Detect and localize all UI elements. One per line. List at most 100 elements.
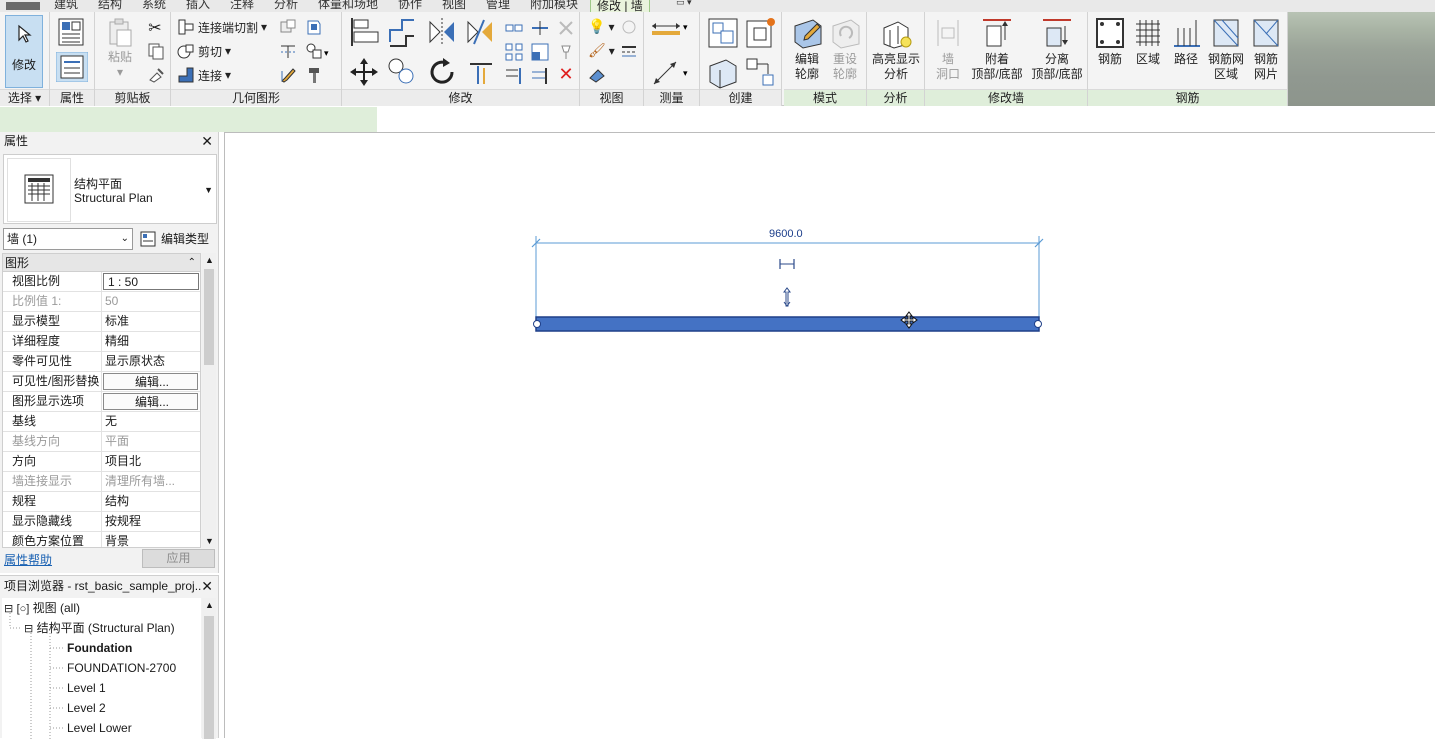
pin-disabled-icon[interactable] bbox=[556, 18, 576, 38]
demolish-icon[interactable]: ▾ bbox=[305, 42, 331, 60]
split-face-icon[interactable] bbox=[279, 18, 297, 36]
collapse-box-icon[interactable]: ⊟ bbox=[4, 603, 13, 615]
edit-profile-button[interactable]: 编辑 轮廓 bbox=[788, 16, 826, 82]
override-graphics-button[interactable]: 🖌 ▾ bbox=[588, 42, 615, 59]
properties-scrollbar[interactable]: ▲ ▼ bbox=[202, 253, 216, 548]
app-menu-button[interactable] bbox=[6, 2, 40, 10]
edit-type-button[interactable]: 编辑类型 bbox=[139, 228, 209, 250]
attach-top-base-button[interactable]: 附着 顶部/底部 bbox=[967, 16, 1027, 82]
chevron-down-icon[interactable]: ▼ bbox=[204, 185, 213, 195]
apply-button[interactable]: 应用 bbox=[142, 549, 215, 568]
property-row[interactable]: 方向 项目北 bbox=[3, 452, 200, 472]
panel-select-label[interactable]: 选择 ▾ bbox=[0, 89, 49, 106]
tab-modify-wall[interactable]: 修改 | 墙 bbox=[590, 0, 650, 12]
split-element-icon[interactable] bbox=[504, 18, 524, 38]
paint-brush-icon[interactable] bbox=[279, 66, 297, 84]
array-icon[interactable] bbox=[504, 42, 524, 62]
tree-item-views[interactable]: ⊟ [○] 视图 (all) bbox=[4, 598, 80, 618]
collapse-icon[interactable]: ⌃ bbox=[188, 254, 196, 272]
group-header-graphics[interactable]: 图形 ⌃ bbox=[3, 254, 200, 272]
unpin-icon[interactable] bbox=[556, 42, 576, 62]
property-row[interactable]: 基线无 bbox=[3, 412, 200, 432]
tab-addins[interactable]: 附加模块 bbox=[530, 0, 578, 12]
close-icon[interactable]: ✕ bbox=[201, 576, 213, 596]
tab-collaborate[interactable]: 协作 bbox=[398, 0, 422, 12]
tree-item-level[interactable]: Level 2 bbox=[67, 698, 106, 718]
modify-button[interactable]: 修改 bbox=[5, 15, 43, 88]
tree-item-structural-plan[interactable]: ⊟ 结构平面 (Structural Plan) bbox=[24, 618, 175, 638]
type-selector[interactable]: 结构平面 Structural Plan ▼ bbox=[3, 154, 217, 224]
detach-top-base-button[interactable]: 分离 顶部/底部 bbox=[1027, 16, 1087, 82]
paint-icon[interactable] bbox=[305, 18, 323, 36]
temp-hide-icon[interactable] bbox=[620, 18, 638, 36]
vg-overrides-edit-button[interactable]: 编辑... bbox=[103, 373, 198, 390]
property-row[interactable]: 显示模型 标准 bbox=[3, 312, 200, 332]
trim-single-icon[interactable] bbox=[530, 66, 550, 86]
instance-filter-select[interactable]: 墙 (1) ⌄ bbox=[3, 228, 133, 250]
hide-bulb-button[interactable]: 💡 ▾ bbox=[588, 18, 614, 35]
split-gap-icon[interactable] bbox=[530, 18, 550, 38]
tree-item-level[interactable]: Level Lower bbox=[67, 718, 132, 738]
wall-opening-button[interactable]: 墙洞口 bbox=[929, 16, 967, 82]
browser-scrollbar[interactable]: ▲ bbox=[202, 598, 216, 739]
scroll-up-icon[interactable]: ▲ bbox=[205, 600, 214, 610]
create-parts-icon[interactable] bbox=[706, 56, 740, 90]
property-row[interactable]: 显示隐藏线 按规程 bbox=[3, 512, 200, 532]
aligned-dimension-icon[interactable]: ▾ bbox=[650, 58, 690, 88]
cope-button[interactable]: 连接端切割 ▾ bbox=[177, 18, 267, 36]
create-similar-icon[interactable] bbox=[744, 16, 778, 50]
scrollbar-thumb[interactable] bbox=[204, 616, 214, 739]
fabric-area-button[interactable]: 钢筋网 区域 bbox=[1206, 16, 1246, 82]
create-assembly-icon[interactable] bbox=[706, 16, 740, 50]
property-row[interactable]: 颜色方案位置 背景 bbox=[3, 532, 200, 547]
tab-insert[interactable]: 插入 bbox=[186, 0, 210, 12]
copy-element-icon[interactable] bbox=[386, 56, 418, 88]
move-icon[interactable] bbox=[348, 56, 380, 88]
join-geometry-button[interactable]: 连接 ▾ bbox=[177, 66, 231, 84]
properties-palette-icon[interactable] bbox=[56, 52, 88, 82]
property-row[interactable]: 规程 结构 bbox=[3, 492, 200, 512]
tab-analyze[interactable]: 分析 bbox=[274, 0, 298, 12]
mirror-axis-icon[interactable] bbox=[426, 16, 458, 48]
tab-massing[interactable]: 体量和场地 bbox=[318, 0, 378, 12]
fabric-sheet-button[interactable]: 钢筋 网片 bbox=[1246, 16, 1286, 82]
reset-profile-button[interactable]: 重设 轮廓 bbox=[826, 16, 864, 82]
scale-icon[interactable] bbox=[530, 42, 550, 62]
rotate-icon[interactable] bbox=[426, 56, 458, 88]
tab-dropdown-icon[interactable]: ▭ ▾ bbox=[676, 0, 692, 8]
cut-icon[interactable]: ✂ bbox=[145, 18, 165, 38]
property-row[interactable]: 零件可见性 显示原状态 bbox=[3, 352, 200, 372]
tab-annotate[interactable]: 注释 bbox=[230, 0, 254, 12]
collapse-box-icon[interactable]: ⊟ bbox=[24, 623, 33, 635]
mirror-draw-icon[interactable] bbox=[464, 16, 496, 48]
scroll-down-icon[interactable]: ▼ bbox=[205, 536, 214, 546]
property-row[interactable]: 详细程度 精细 bbox=[3, 332, 200, 352]
delete-icon[interactable]: ✕ bbox=[556, 64, 576, 84]
eraser-icon[interactable] bbox=[588, 66, 606, 84]
copy-icon[interactable] bbox=[147, 42, 165, 60]
align-icon[interactable] bbox=[348, 16, 380, 48]
tree-item-level[interactable]: FOUNDATION-2700 bbox=[67, 658, 176, 678]
tab-architecture[interactable]: 建筑 bbox=[54, 0, 78, 12]
scrollbar-thumb[interactable] bbox=[204, 269, 214, 365]
dimension-value[interactable]: 9600.0 bbox=[769, 228, 803, 240]
match-properties-icon[interactable] bbox=[147, 65, 165, 83]
rebar-button[interactable]: 钢筋 bbox=[1092, 16, 1128, 67]
area-rebar-button[interactable]: 区域 bbox=[1130, 16, 1166, 67]
measure-between-icon[interactable]: ▾ bbox=[650, 18, 690, 38]
create-group-icon[interactable] bbox=[744, 56, 778, 90]
trim-multiple-icon[interactable] bbox=[504, 66, 524, 86]
linework-icon[interactable] bbox=[620, 42, 638, 60]
tab-manage[interactable]: 管理 bbox=[486, 0, 510, 12]
graphic-display-edit-button[interactable]: 编辑... bbox=[103, 393, 198, 410]
drawing-area[interactable] bbox=[224, 132, 1435, 738]
trim-extend-icon[interactable] bbox=[464, 56, 496, 88]
view-scale-input[interactable]: 1 : 50 bbox=[103, 273, 199, 290]
tab-structure[interactable]: 结构 bbox=[98, 0, 122, 12]
tree-item-level[interactable]: Level 1 bbox=[67, 678, 106, 698]
scroll-up-icon[interactable]: ▲ bbox=[205, 255, 214, 265]
cut-geometry-button[interactable]: 剪切 ▾ bbox=[177, 42, 231, 60]
tab-systems[interactable]: 系统 bbox=[142, 0, 166, 12]
path-rebar-button[interactable]: 路径 bbox=[1168, 16, 1204, 67]
highlight-analysis-button[interactable]: 高亮显示 分析 bbox=[869, 16, 923, 82]
